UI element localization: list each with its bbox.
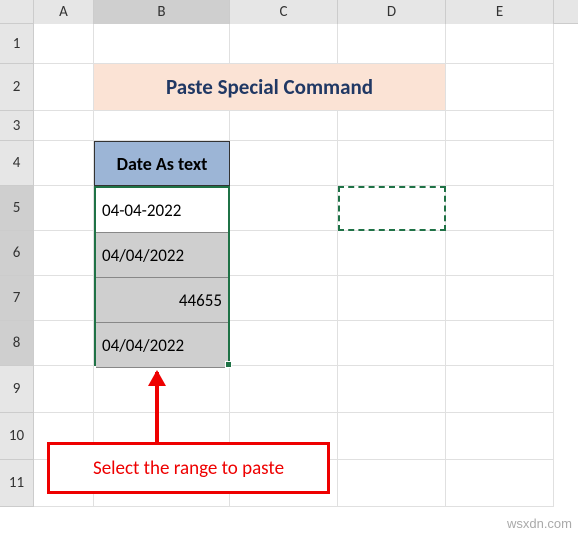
watermark: wsxdn.com: [507, 516, 572, 531]
cell-E3[interactable]: [446, 111, 554, 141]
fill-handle[interactable]: [225, 361, 232, 368]
cell-D1[interactable]: [338, 24, 446, 64]
cell-A7[interactable]: [34, 276, 94, 321]
cell-C3[interactable]: [230, 111, 338, 141]
cell-C5[interactable]: [230, 186, 338, 231]
table-header-cell[interactable]: Date As text: [94, 141, 230, 186]
cell-C6[interactable]: [230, 231, 338, 276]
select-all-corner[interactable]: [0, 0, 34, 24]
cell-B1[interactable]: [94, 24, 230, 64]
cell-D9[interactable]: [338, 366, 446, 413]
col-header-E[interactable]: E: [446, 0, 554, 24]
cell-A5[interactable]: [34, 186, 94, 231]
row-header-7[interactable]: 7: [0, 276, 34, 321]
paste-destination-marquee[interactable]: [338, 186, 446, 231]
cell-A1[interactable]: [34, 24, 94, 64]
callout-box: Select the range to paste: [47, 442, 330, 494]
cell-A2[interactable]: [34, 64, 94, 111]
col-header-A[interactable]: A: [34, 0, 94, 24]
cell-C9[interactable]: [230, 366, 338, 413]
col-header-C[interactable]: C: [230, 0, 338, 24]
cell-D11[interactable]: [338, 460, 446, 507]
cell-A6[interactable]: [34, 231, 94, 276]
cell-C1[interactable]: [230, 24, 338, 64]
selected-cell-B7[interactable]: 44655: [96, 278, 228, 323]
cell-E9[interactable]: [446, 366, 554, 413]
cell-E2[interactable]: [446, 64, 554, 111]
cell-C8[interactable]: [230, 321, 338, 366]
row-header-4[interactable]: 4: [0, 141, 34, 186]
cell-E6[interactable]: [446, 231, 554, 276]
callout-arrow-icon: [155, 372, 159, 442]
column-headers: A B C D E: [0, 0, 578, 24]
row-header-6[interactable]: 6: [0, 231, 34, 276]
cell-E4[interactable]: [446, 141, 554, 186]
row-header-10[interactable]: 10: [0, 413, 34, 460]
cell-E11[interactable]: [446, 460, 554, 507]
col-header-D[interactable]: D: [338, 0, 446, 24]
cell-D3[interactable]: [338, 111, 446, 141]
selection-range[interactable]: 04-04-2022 04/04/2022 44655 04/04/2022: [94, 186, 230, 366]
cell-A8[interactable]: [34, 321, 94, 366]
selected-cell-B8[interactable]: 04/04/2022: [96, 323, 228, 368]
cell-D4[interactable]: [338, 141, 446, 186]
cell-B3[interactable]: [94, 111, 230, 141]
cell-E10[interactable]: [446, 413, 554, 460]
col-header-B[interactable]: B: [94, 0, 230, 24]
selected-cell-B5[interactable]: 04-04-2022: [96, 188, 228, 233]
row-header-11[interactable]: 11: [0, 460, 34, 507]
row-header-9[interactable]: 9: [0, 366, 34, 413]
cell-D7[interactable]: [338, 276, 446, 321]
cell-E8[interactable]: [446, 321, 554, 366]
cell-E7[interactable]: [446, 276, 554, 321]
cell-C4[interactable]: [230, 141, 338, 186]
row-header-2[interactable]: 2: [0, 64, 34, 111]
selected-cell-B6[interactable]: 04/04/2022: [96, 233, 228, 278]
cell-E5[interactable]: [446, 186, 554, 231]
row-header-8[interactable]: 8: [0, 321, 34, 366]
cell-D6[interactable]: [338, 231, 446, 276]
row-header-1[interactable]: 1: [0, 24, 34, 64]
merged-title-cell[interactable]: Paste Special Command: [94, 64, 446, 111]
row-header-3[interactable]: 3: [0, 111, 34, 141]
cell-E1[interactable]: [446, 24, 554, 64]
row-header-5[interactable]: 5: [0, 186, 34, 231]
cell-A3[interactable]: [34, 111, 94, 141]
cell-C7[interactable]: [230, 276, 338, 321]
cell-D10[interactable]: [338, 413, 446, 460]
cell-A4[interactable]: [34, 141, 94, 186]
cell-A9[interactable]: [34, 366, 94, 413]
cell-D8[interactable]: [338, 321, 446, 366]
